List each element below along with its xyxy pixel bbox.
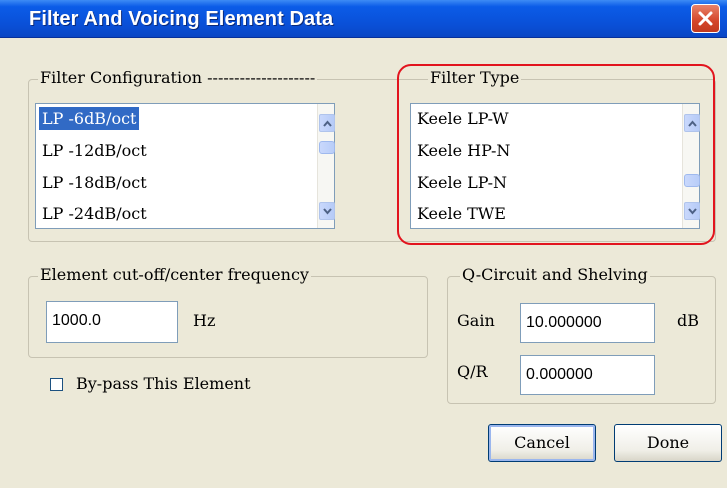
close-button[interactable] [691,4,720,33]
q-circuit-label: Q-Circuit and Shelving [460,265,650,284]
scroll-thumb[interactable] [319,141,335,154]
filter-configuration-scrollbar[interactable] [317,104,335,228]
list-item[interactable]: LP -6dB/oct [39,107,140,130]
close-icon [698,11,713,26]
gain-unit: dB [677,311,699,330]
gain-input[interactable]: 10.000000 [520,303,655,343]
qr-input[interactable]: 0.000000 [520,355,655,395]
qr-label: Q/R [457,362,488,381]
list-item[interactable]: LP -18dB/oct [39,171,150,194]
scroll-down-button[interactable] [319,202,335,220]
title-bar[interactable]: Filter And Voicing Element Data [0,0,727,38]
chevron-up-icon [323,120,332,127]
gain-label: Gain [457,311,495,330]
list-item[interactable]: LP -12dB/oct [39,139,150,162]
bypass-checkbox[interactable] [50,378,63,391]
chevron-down-icon [323,208,332,215]
dialog-window: Filter And Voicing Element Data Filter C… [0,0,727,488]
annotation-highlight [397,64,715,245]
scroll-up-button[interactable] [319,114,335,132]
list-item[interactable]: LP -24dB/oct [39,202,150,225]
window-title: Filter And Voicing Element Data [29,8,334,30]
done-button[interactable]: Done [614,424,722,462]
frequency-label: Element cut-off/center frequency [38,265,311,284]
cancel-button[interactable]: Cancel [488,424,596,462]
filter-configuration-list[interactable]: LP -6dB/oct LP -12dB/oct LP -18dB/oct LP… [35,103,335,229]
frequency-unit: Hz [193,311,216,330]
bypass-label[interactable]: By-pass This Element [76,374,251,393]
filter-configuration-label: Filter Configuration -------------------… [38,68,318,87]
frequency-input[interactable]: 1000.0 [46,301,178,343]
